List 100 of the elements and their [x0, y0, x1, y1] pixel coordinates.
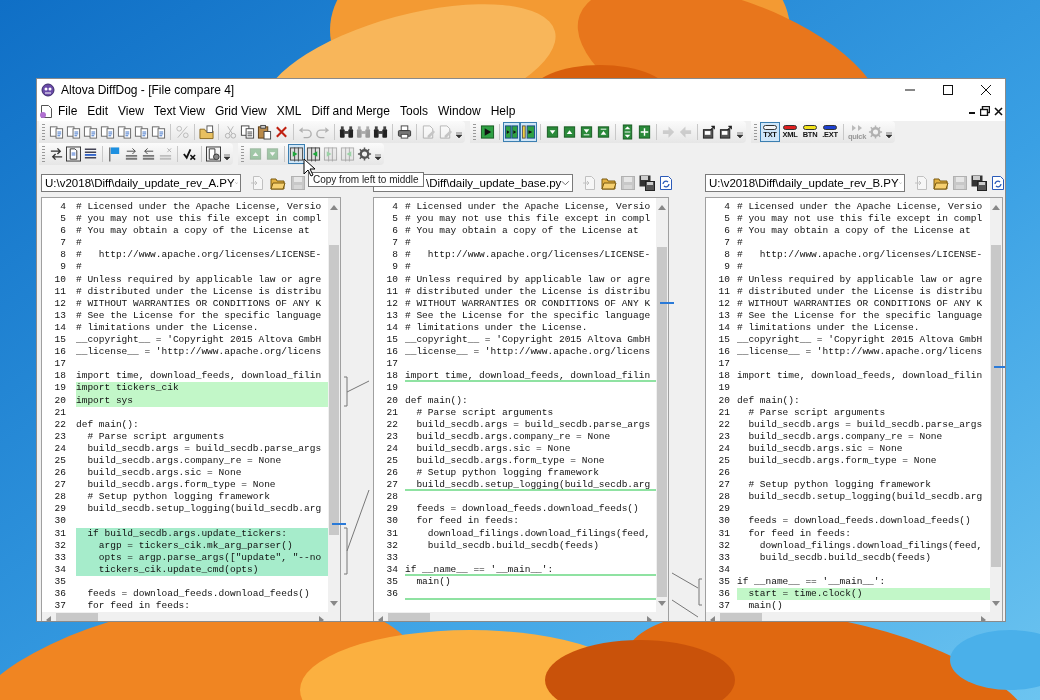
- line-number: 18: [385, 370, 399, 383]
- horizontal-scrollbar[interactable]: [706, 612, 1002, 621]
- arrow-down-icon: [265, 146, 280, 162]
- file-path-combobox[interactable]: U:\v2018\Diff\daily_update_rev_B.PY: [705, 174, 905, 192]
- toolbar-button[interactable]: [288, 144, 305, 164]
- scrollbar-thumb[interactable]: [720, 613, 762, 621]
- code-line: for feed in feeds:: [747, 527, 853, 540]
- line-number: 27: [717, 479, 731, 492]
- toolbar-button[interactable]: [636, 122, 653, 142]
- code-line: def main():: [737, 394, 801, 407]
- menu-item[interactable]: Text View: [148, 102, 210, 120]
- code-line: main(): [415, 575, 452, 588]
- code-line: # distributed under the License is distribu: [405, 285, 652, 298]
- line-number: 24: [53, 442, 67, 455]
- toolbar-button[interactable]: [305, 144, 322, 164]
- scrollbar-thumb[interactable]: [329, 245, 339, 535]
- save-copy-icon: [639, 175, 655, 191]
- file-button[interactable]: [639, 174, 655, 192]
- vertical-scrollbar[interactable]: [328, 198, 340, 612]
- file-button[interactable]: [990, 174, 1005, 192]
- menu-item[interactable]: Grid View: [209, 102, 272, 120]
- arrow-up-bar-icon: [596, 124, 611, 140]
- code-line: # Licensed under the Apache License, Versio: [737, 201, 984, 214]
- menu-item[interactable]: Window: [432, 102, 486, 120]
- code-line: build_secdb.args = build_secdb.parse_args: [415, 418, 652, 431]
- line-number: 22: [717, 418, 731, 431]
- line-number: 18: [53, 370, 67, 383]
- scrollbar-thumb[interactable]: [56, 613, 98, 621]
- restore-button[interactable]: [978, 103, 992, 119]
- menu-item[interactable]: XML: [271, 102, 307, 120]
- settings-icon: [357, 146, 372, 162]
- compare-documents-icon: [66, 124, 81, 140]
- menu-item[interactable]: File: [53, 102, 83, 120]
- vertical-scrollbar[interactable]: [656, 198, 668, 612]
- file-button[interactable]: [971, 174, 987, 192]
- menu-item[interactable]: Tools: [394, 102, 433, 120]
- code-line: #: [405, 237, 412, 250]
- menu-item[interactable]: Edit: [82, 102, 114, 120]
- toolbar-button[interactable]: [356, 144, 373, 164]
- line-number: 12: [717, 297, 731, 310]
- menu-item[interactable]: Diff and Merge: [306, 102, 395, 120]
- scroll-down-icon: [658, 600, 666, 607]
- folder-icon: [270, 175, 286, 191]
- line-number: 23: [717, 430, 731, 443]
- document-pencil-icon: [438, 124, 453, 140]
- toolbar-button[interactable]: [479, 122, 496, 142]
- toolbar-button[interactable]: [396, 122, 413, 142]
- swap-arrows-icon: [49, 146, 64, 162]
- code-line: # you may not use this file except in compl: [76, 213, 323, 226]
- code-line: # You may obtain a copy of the License at: [737, 225, 972, 238]
- file-path-combobox[interactable]: U:\v2018\Diff\daily_update_rev_A.PY: [41, 174, 241, 192]
- columns-arrow-right-icon: [323, 146, 338, 162]
- code-line: #: [737, 261, 744, 274]
- scroll-up-icon: [658, 204, 666, 211]
- scrollbar-thumb[interactable]: [388, 613, 430, 621]
- toolbar-button[interactable]: [256, 122, 273, 142]
- line-number: 16: [385, 346, 399, 359]
- scrollbar-thumb[interactable]: [991, 245, 1001, 567]
- line-number: 25: [53, 454, 67, 468]
- toolbar-button[interactable]: [503, 122, 520, 142]
- scrollbar-thumb[interactable]: [657, 247, 667, 597]
- code-line: build_secdb.args = build_secdb.parse_args: [86, 442, 323, 455]
- horizontal-scrollbar[interactable]: [42, 612, 340, 621]
- code-line: for feed in feeds:: [415, 515, 521, 528]
- document-gear-icon: [206, 146, 221, 162]
- line-number: 17: [717, 358, 731, 371]
- code-line: __license__ = 'http://www.apache.org/licens: [737, 346, 984, 359]
- redo-icon: [315, 124, 330, 140]
- toolbar-button[interactable]: [239, 122, 256, 142]
- horizontal-scrollbar[interactable]: [374, 612, 668, 621]
- chevron-down-icon: [373, 154, 382, 161]
- menu-item[interactable]: Help: [485, 102, 521, 120]
- code-line: #: [76, 237, 83, 250]
- pencil-panes-icon: [521, 124, 536, 140]
- toolbar-button[interactable]: [520, 122, 537, 142]
- chevron-down-icon: [884, 132, 893, 139]
- scroll-down-icon: [992, 600, 1000, 607]
- line-number: 24: [385, 442, 399, 455]
- code-line: # Licensed under the Apache License, Versio: [76, 201, 323, 214]
- printer-icon: [397, 124, 412, 140]
- chevron-down-icon: [222, 154, 231, 161]
- code-line: # You may obtain a copy of the License at: [76, 225, 311, 238]
- line-number: 6: [391, 225, 399, 238]
- code-line: download_filings.download_filings(feed,: [426, 527, 652, 540]
- menu-item[interactable]: View: [113, 102, 149, 120]
- code-line: if __name__ == '__main__':: [405, 563, 656, 576]
- line-number: 20: [53, 394, 67, 407]
- toolbar-button[interactable]: [65, 144, 82, 164]
- vertical-scrollbar[interactable]: [990, 198, 1002, 612]
- file-button[interactable]: [658, 174, 674, 192]
- code-line: build_secdb.args = build_secdb.parse_args: [747, 418, 984, 431]
- toolbar-button[interactable]: [205, 144, 222, 164]
- line-number: 21: [53, 406, 67, 419]
- save-icon: [290, 175, 306, 191]
- undo-icon: [298, 124, 313, 140]
- binoculars-icon: [339, 124, 354, 140]
- arrow-down-bar-icon: [579, 124, 594, 140]
- scroll-up-icon: [330, 204, 338, 211]
- tick-cross-icon: [182, 146, 197, 162]
- line-number: 9: [59, 261, 67, 274]
